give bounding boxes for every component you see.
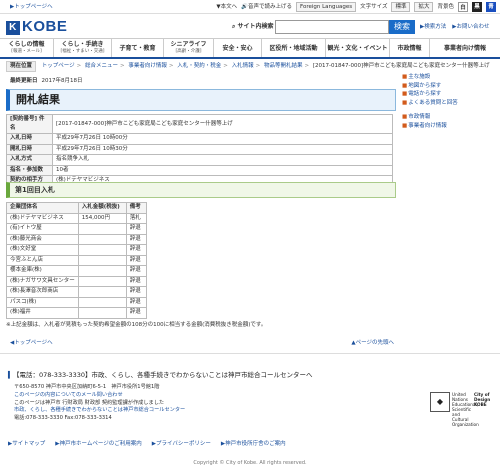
foreign-languages-button[interactable]: Foreign Languages	[295, 2, 357, 12]
contract-info-table: [契約番号] 件名 [2017-01847-000]神戸市こども家庭局こども家庭セ…	[6, 114, 393, 187]
search-button[interactable]: 検索	[389, 20, 415, 34]
call-center-banner: ▍【電話：078-333-3330】市政、くらし、各種手続きでわからないことは神…	[8, 371, 313, 379]
page-title: 開札結果	[6, 89, 396, 111]
bg-white-button[interactable]: 白	[458, 2, 468, 12]
global-nav: くらしの情報 [報道・メール] くらし・手続き [福祉・すまい・交通] 子育て・教育…	[0, 38, 500, 59]
briefcase-icon: ■	[402, 122, 408, 129]
sidebar-item[interactable]: ■主な施設	[402, 73, 494, 82]
table-row: 指名・参加数 10者	[6, 164, 393, 176]
table-row: (株)藤光商会 辞退	[6, 233, 147, 245]
breadcrumb-item[interactable]: 物品等開札結果	[264, 63, 303, 69]
round-heading: 第1回目入札	[6, 182, 396, 198]
table-row: (有)イトウ屋 辞退	[6, 223, 147, 235]
skip-to-content-link[interactable]: ▼本文へ	[216, 0, 237, 14]
building-icon: ■	[402, 74, 408, 80]
sitemap-link[interactable]: ▶サイトマップ	[8, 439, 45, 447]
sidebar-item[interactable]: ■事業者向け情報	[402, 122, 494, 131]
table-row: (株)ドテヤマビジネス 154,000円 落札	[6, 212, 147, 224]
sidebar-item[interactable]: ■市政情報	[402, 113, 494, 122]
page-top-link[interactable]: ▲ページの先頭へ	[351, 338, 394, 346]
phone-icon: ■	[402, 91, 408, 97]
mail-inquiry-link[interactable]: このページの内容についてのメール問い合わせ	[14, 392, 123, 398]
nav-procedures[interactable]: くらし・手続き [福祉・すまい・交通]	[54, 39, 112, 57]
unesco-emblem-icon: ◆	[430, 392, 450, 412]
table-row: (株)文好堂 辞退	[6, 244, 147, 256]
sidebar: ■主な施設 ■地図から探す ■電話から探す ■よくある質問と回答 ■市政情報 ■…	[402, 73, 494, 130]
bg-black-button[interactable]: 黒	[472, 2, 482, 12]
breadcrumb-current: [2017-01847-000]神戸市こども家庭局こども家庭センター什器等上げ	[312, 63, 490, 69]
sidebar-item[interactable]: ■地図から探す	[402, 82, 494, 91]
nav-senior[interactable]: シニアライフ [高齢・介護]	[164, 39, 214, 57]
nav-ward-office[interactable]: 区役所・地域活動	[262, 39, 326, 57]
bid-results-table: 企業団体名 入札金額(税抜) 備考 (株)ドテヤマビジネス 154,000円 落札 (有…	[6, 202, 147, 319]
breadcrumb-item[interactable]: 入札情報	[232, 63, 254, 69]
bg-blue-button[interactable]: 青	[486, 2, 496, 12]
table-row: パスコ(株) 辞退	[6, 296, 147, 308]
table-row: 入札日時 平成29年7月26日 10時00分	[6, 133, 393, 145]
breadcrumb-item[interactable]: 事業者向け情報	[128, 63, 167, 69]
breadcrumb-item[interactable]: トップページ	[42, 63, 75, 69]
breadcrumb-here-label: 現在位置	[6, 61, 37, 72]
call-center-link[interactable]: 市政、くらし、各種手続きでわからないことは神戸市総合コールセンター	[14, 407, 185, 413]
breadcrumb-item[interactable]: 総合メニュー	[85, 63, 118, 69]
search-input[interactable]	[275, 20, 389, 34]
sidebar-item[interactable]: ■電話から探す	[402, 90, 494, 99]
sidebar-group-city: ■市政情報 ■事業者向け情報	[402, 113, 494, 130]
font-size-label: 文字サイズ	[360, 4, 388, 10]
site-footer: ▍【電話：078-333-3330】市政、くらし、各種手続きでわからないことは神…	[0, 353, 500, 473]
table-row: (株)福井 辞退	[6, 307, 147, 319]
table-row: 今宮ふとん店 辞退	[6, 254, 147, 266]
read-aloud-link[interactable]: 🔊音声で読み上げる	[241, 0, 292, 14]
bg-color-label: 背景色	[437, 4, 454, 10]
price-note: ※上記金額は、入札者が見積もった契約希望金額の108分の100に相当する金額(消…	[6, 322, 267, 328]
breadcrumb: 現在位置 トップページ > 総合メニュー > 事業者向け情報 > 入札・契約・税金 > …	[0, 60, 500, 73]
city-hall-guide-link[interactable]: ▶神戸市役所庁舎のご案内	[221, 439, 286, 447]
footer-links: ▶サイトマップ ▶神戸市ホームページのご利用案内 ▶プライバシーポリシー ▶神戸…	[8, 439, 286, 447]
sidebar-group-facilities: ■主な施設 ■地図から探す ■電話から探す ■よくある質問と回答	[402, 73, 494, 107]
search-help-link[interactable]: ▶検索方法	[420, 22, 446, 30]
contact-link[interactable]: ▶お問い合わせ	[452, 22, 489, 30]
copyright: Copyright © City of Kobe. All rights res…	[193, 460, 307, 466]
nav-living-info[interactable]: くらしの情報 [報道・メール]	[0, 39, 54, 57]
kobe-logo[interactable]: K KOBE	[6, 18, 67, 35]
speaker-icon: 🔊	[241, 4, 248, 10]
unesco-city-of-design-logo: ◆ United Nations Educational, Scientific…	[430, 392, 494, 427]
nav-business[interactable]: 事業者向け情報	[430, 39, 500, 57]
header-links: ▶検索方法 ▶お問い合わせ	[420, 22, 490, 30]
breadcrumb-item[interactable]: 入札・契約・税金	[177, 63, 221, 69]
table-row: (株)長澤音次郎商店 辞退	[6, 286, 147, 298]
table-row: 開札日時 平成29年7月26日 10時30分	[6, 143, 393, 155]
page-navigation: ◀トップページへ ▲ページの先頭へ	[6, 338, 396, 348]
privacy-policy-link[interactable]: ▶プライバシーポリシー	[152, 439, 211, 447]
last-updated: 最終更新日 2017年8月18日	[10, 78, 83, 84]
city-icon: ■	[402, 114, 408, 120]
table-row: (株)ナガサワ文具センター 辞退	[6, 275, 147, 287]
table-row: 入札方式 指名競争入札	[6, 154, 393, 166]
nav-safety[interactable]: 安全・安心	[214, 39, 262, 57]
table-row: 櫻本金庫(株) 辞退	[6, 265, 147, 277]
kobe-mark-icon: K	[6, 21, 20, 35]
footer-address: 〒650-8570 神戸市中央区加納町6-5-1 神戸市役所1号館1階 このペー…	[14, 384, 186, 422]
font-standard-button[interactable]: 標準	[391, 2, 411, 12]
sidebar-item[interactable]: ■よくある質問と回答	[402, 99, 494, 108]
utility-tools: ▼本文へ 🔊音声で読み上げる Foreign Languages 文字サイズ 標…	[216, 0, 496, 14]
site-search-label: ⌕ サイト内検索	[232, 23, 274, 30]
question-icon: ■	[402, 99, 408, 106]
usage-guide-link[interactable]: ▶神戸市ホームページのご利用案内	[55, 439, 141, 447]
top-utility-bar: ▶トップページへ ▼本文へ 🔊音声で読み上げる Foreign Language…	[0, 0, 500, 14]
table-header-row: 企業団体名 入札金額(税抜) 備考	[6, 202, 147, 214]
nav-tourism[interactable]: 観光・文化・イベント	[326, 39, 390, 57]
nav-childcare[interactable]: 子育て・教育	[112, 39, 164, 57]
to-top-page-link[interactable]: ◀トップページへ	[10, 338, 53, 346]
map-icon: ■	[402, 82, 408, 89]
nav-city-info[interactable]: 市政情報	[390, 39, 430, 57]
font-large-button[interactable]: 拡大	[414, 2, 434, 12]
top-home-link[interactable]: ▶トップページへ	[10, 0, 53, 14]
search-icon: ⌕	[232, 23, 236, 30]
table-row: [契約番号] 件名 [2017-01847-000]神戸市こども家庭局こども家庭セ…	[6, 114, 393, 134]
